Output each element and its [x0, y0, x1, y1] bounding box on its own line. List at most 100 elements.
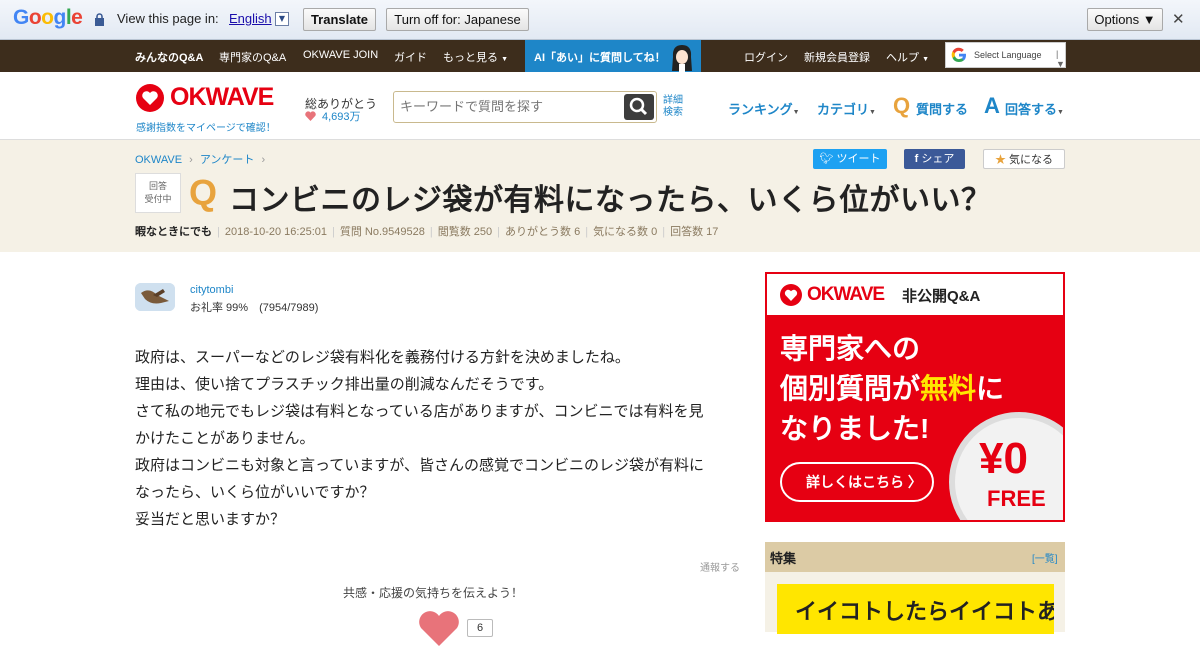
chevron-down-icon: |▼ — [1056, 49, 1065, 69]
search-icon — [629, 97, 648, 116]
watch-count: 気になる数 0 — [593, 226, 658, 238]
question-body-line: 政府は、スーパーなどのレジ袋有料化を義務付ける方針を決めましたね。 — [135, 349, 630, 366]
breadcrumb-item-okwave[interactable]: OKWAVE — [135, 154, 182, 166]
translate-prompt: View this page in: — [117, 11, 219, 26]
view-count: 閲覧数 250 — [437, 226, 493, 238]
cheer-prompt: 共感・応援の気持ちを伝えよう！ — [343, 586, 524, 600]
category-link[interactable]: カテゴリ▼ — [817, 99, 876, 118]
feature-title: 特集 — [770, 551, 797, 566]
answer-label: 回答する — [1005, 102, 1058, 117]
question-q-icon: Q — [189, 172, 218, 213]
ai-avatar-icon — [672, 45, 692, 72]
search-button[interactable] — [624, 94, 654, 120]
help-label: ヘルプ — [886, 52, 919, 64]
tweet-button[interactable]: 🐦︎ ツイート — [813, 149, 887, 169]
turn-off-button[interactable]: Turn off for: Japanese — [386, 8, 529, 31]
feature-header: 特集 [一覧] — [765, 542, 1065, 572]
lock-icon — [95, 13, 104, 26]
logo-subtext[interactable]: 感謝指数をマイページで確認！ — [136, 119, 276, 134]
question-meta: 暇なときにでも | 2018-10-20 16:25:01 | 質問 No.954952… — [135, 226, 719, 238]
ad-copy-part: 個別質問が — [780, 373, 921, 404]
ad-free: FREE — [987, 486, 1046, 511]
ad-logo: OKWAVE — [807, 284, 885, 305]
okwave-heart-logo-icon[interactable] — [136, 84, 164, 112]
translate-button[interactable]: Translate — [303, 8, 376, 31]
chevron-right-icon: › — [261, 154, 266, 166]
feature-banner-text: イイコトしたらイイコトある — [795, 599, 1054, 624]
search-box — [393, 91, 657, 123]
google-g-icon — [951, 47, 966, 63]
answer-count: 回答数 17 — [670, 226, 719, 238]
topnav-item-join[interactable]: OKWAVE JOIN — [303, 49, 378, 61]
ranking-link[interactable]: ランキング▼ — [728, 99, 800, 118]
chevron-right-icon: 〉 — [907, 474, 922, 490]
a-icon: A — [984, 93, 1000, 118]
close-icon[interactable]: ✕ — [1172, 10, 1185, 28]
ad-copy-highlight: 無料 — [920, 373, 977, 404]
select-language-label: Select Language — [974, 50, 1042, 60]
ad-details-button[interactable]: 詳しくはこちら 〉 — [780, 462, 934, 502]
feature-banner[interactable]: イイコトしたらイイコトある — [777, 584, 1054, 634]
options-button[interactable]: Options ▼ — [1087, 8, 1163, 31]
ad-button-label: 詳しくはこちら — [806, 474, 904, 490]
thanks-count: ありがとう数 6 — [505, 226, 581, 238]
ai-banner-text: AI「あい」に質問してね！ — [534, 52, 666, 64]
watch-label: 気になる — [1009, 154, 1054, 166]
heart-icon — [305, 111, 316, 121]
question-number: 質問 No.9549528 — [339, 226, 425, 238]
facebook-share-button[interactable]: f シェア — [904, 149, 965, 169]
status-badge: 回答 受付中 — [135, 173, 181, 213]
okwave-private-qa-ad[interactable]: OKWAVE 非公開Q&A ¥0 FREE 専門家への 個別質問が無料に なりま… — [765, 272, 1065, 522]
feature-all-link[interactable]: [一覧] — [1032, 550, 1058, 565]
breadcrumb: OKWAVE › アンケート › — [135, 151, 269, 167]
ad-label: 非公開Q&A — [902, 288, 981, 305]
question-body-line: 理由は、使い捨てプラスチック排出量の削減なんだそうです。 — [135, 376, 554, 393]
user-rate: お礼率 99% (7954/7989) — [190, 302, 319, 314]
ad-copy-line: 個別質問が無料に — [780, 369, 1004, 409]
login-link[interactable]: ログイン — [744, 49, 788, 65]
heart-button-icon[interactable] — [418, 610, 460, 646]
help-link[interactable]: ヘルプ ▼ — [886, 49, 929, 65]
okwave-heart-logo-icon — [780, 284, 802, 306]
chevron-right-icon: › — [189, 154, 193, 166]
tweet-label: ツイート — [836, 153, 881, 165]
question-body-line: かけたことがありません。 — [135, 430, 315, 447]
topnav-item-guide[interactable]: ガイド — [394, 49, 427, 65]
ai-banner[interactable]: AI「あい」に質問してね！ — [525, 40, 701, 72]
language-select[interactable]: English — [229, 11, 272, 26]
facebook-icon: f — [914, 153, 919, 165]
user-name[interactable]: citytombi — [190, 284, 233, 296]
search-input[interactable] — [400, 99, 620, 114]
ranking-label: ランキング — [728, 102, 793, 117]
category-label: カテゴリ — [817, 102, 870, 117]
ask-link[interactable]: 質問する — [916, 99, 968, 118]
select-language-dropdown[interactable]: Select Language |▼ — [945, 42, 1066, 69]
caret-down-icon: ▼ — [869, 109, 876, 116]
post-date: 2018-10-20 16:25:01 — [224, 226, 328, 238]
answer-link[interactable]: 回答する▼ — [1005, 99, 1064, 118]
question-body-line: なったら、いくら位がいいですか？ — [135, 484, 375, 501]
report-link[interactable]: 通報する — [700, 559, 740, 574]
register-link[interactable]: 新規会員登録 — [804, 49, 870, 65]
ad-copy-part: に — [976, 373, 1005, 404]
page-title: コンビニのレジ袋が有料になったら、いくら位がいい？ — [229, 184, 992, 217]
ad-header: OKWAVE 非公開Q&A — [767, 274, 1063, 315]
topnav-item-expert-qa[interactable]: 専門家のQ&A — [219, 49, 286, 65]
author-name: 暇なときにでも — [135, 226, 212, 238]
chevron-down-icon[interactable]: ▼ — [275, 12, 289, 26]
advanced-search-link[interactable]: 詳細 検索 — [663, 95, 683, 119]
breadcrumb-item-survey[interactable]: アンケート — [200, 154, 255, 166]
q-icon: Q — [893, 93, 911, 118]
caret-down-icon: ▼ — [1057, 109, 1064, 116]
twitter-bird-icon: 🐦︎ — [819, 153, 834, 165]
watch-button[interactable]: ★ 気になる — [983, 149, 1065, 169]
question-body: 政府は、スーパーなどのレジ袋有料化を義務付ける方針を決めましたね。 理由は、使い… — [135, 344, 747, 533]
okwave-logo[interactable]: OKWAVE — [170, 83, 274, 112]
topnav-item-minna-qa[interactable]: みんなのQ&A — [135, 49, 203, 65]
top-nav: みんなのQ&A 専門家のQ&A OKWAVE JOIN ガイド もっと見る ▼ … — [0, 40, 1200, 72]
more-label: もっと見る — [443, 52, 498, 64]
avatar[interactable] — [135, 283, 175, 311]
google-logo: Google — [13, 6, 83, 29]
topnav-item-more[interactable]: もっと見る ▼ — [443, 49, 508, 65]
question-body-line: さて私の地元でもレジ袋は有料となっている店がありますが、コンビニでは有料を見 — [135, 403, 704, 420]
